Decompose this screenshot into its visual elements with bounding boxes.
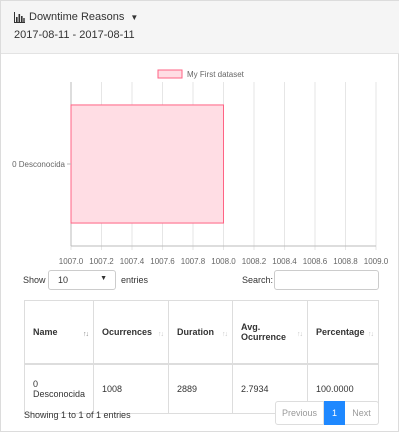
sort-arrows-icon: ↑↓ [368,331,374,338]
entries-length-select[interactable]: 10 ▼ [48,270,116,290]
x-tick-label: 1007.2 [89,257,114,266]
panel-header: Downtime Reasons ▼ 2017-08-11 - 2017-08-… [1,1,399,54]
x-tick-label: 1007.0 [59,257,84,266]
downtime-chart: My First dataset 1007.0 1007.2 1007.4 1007.6… [12,69,389,266]
column-header-ocurrences[interactable]: Ocurrences ↑↓ [93,300,170,365]
page-title: Downtime Reasons [29,11,125,23]
date-range: 2017-08-11 - 2017-08-11 [14,29,135,41]
column-header-avg-ocurrence[interactable]: Avg. Ocurrence ↑↓ [232,300,309,365]
previous-page-button[interactable]: Previous [275,401,324,425]
x-tick-label: 1008.0 [211,257,236,266]
sort-arrows-icon: ↑↓ [83,331,89,338]
entries-label: entries [121,275,149,285]
search-input[interactable] [274,270,379,290]
length-value: 10 [58,275,69,285]
search-label: Search: [242,275,274,285]
table-header-row: Name ↑↓ Ocurrences ↑↓ Duration ↑↓ Avg. Ocur… [23,300,379,365]
x-tick-label: 1008.6 [303,257,328,266]
select-caret-icon: ▼ [100,275,107,282]
table-info: Showing 1 to 1 of 1 entries [24,410,131,420]
sort-arrows-icon: ↑↓ [158,331,164,338]
downtime-panel: Downtime Reasons ▼ 2017-08-11 - 2017-08-… [0,0,399,432]
report-dropdown[interactable]: Downtime Reasons ▼ [14,11,138,23]
x-tick-label: 1008.8 [333,257,358,266]
cell-ocurrences: 1008 [93,363,170,414]
legend-label: My First dataset [187,70,245,79]
downtime-table: Name ↑↓ Ocurrences ↑↓ Duration ↑↓ Avg. Ocur… [23,300,379,414]
y-tick-label: 0 Desconocida [12,160,65,169]
cell-duration: 2889 [168,363,234,414]
x-tick-label: 1007.4 [120,257,145,266]
column-header-percentage[interactable]: Percentage ↑↓ [307,300,379,365]
x-tick-label: 1007.8 [181,257,206,266]
pagination: Previous 1 Next [275,401,379,425]
sort-arrows-icon: ↑↓ [297,331,303,338]
bar [70,104,224,224]
x-tick-label: 1007.6 [150,257,175,266]
table-controls: Show 10 ▼ entries Search: [23,270,379,292]
cell-name: 0 Desconocida [23,363,95,414]
x-tick-label: 1008.4 [272,257,297,266]
legend-swatch [157,69,183,79]
caret-down-icon: ▼ [130,12,139,22]
next-page-button[interactable]: Next [345,401,379,425]
show-label: Show [23,275,46,285]
sort-arrows-icon: ↑↓ [222,331,228,338]
column-header-duration[interactable]: Duration ↑↓ [168,300,234,365]
x-tick-label: 1009.0 [364,257,389,266]
bar-chart-icon [14,11,25,23]
page-1-button[interactable]: 1 [324,401,345,425]
x-tick-label: 1008.2 [242,257,267,266]
column-header-name[interactable]: Name ↑↓ [23,300,95,365]
